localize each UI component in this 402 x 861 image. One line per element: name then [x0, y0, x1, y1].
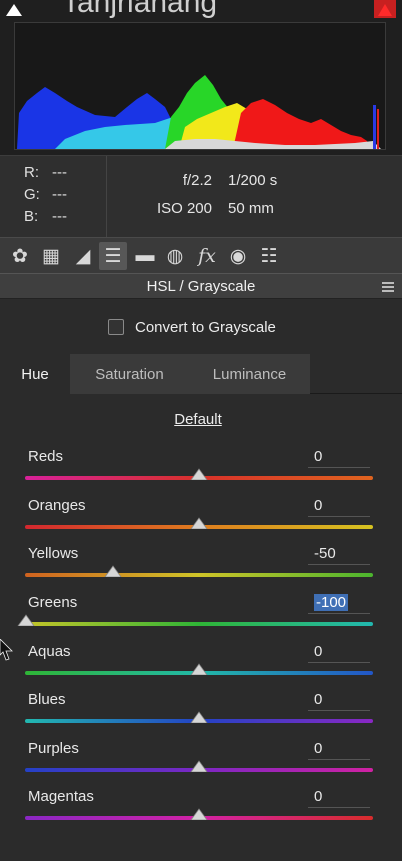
rgb-label: G:: [24, 186, 40, 203]
panel-menu-icon[interactable]: [382, 282, 394, 292]
slider-purples: Purples 0: [0, 740, 402, 788]
slider-thumb[interactable]: [190, 808, 208, 820]
tab-luminance[interactable]: Luminance: [189, 354, 310, 394]
slider-value-text: 0: [314, 643, 323, 660]
panel-title: HSL / Grayscale: [146, 278, 256, 295]
slider-value-text: 0: [314, 740, 323, 757]
rgb-value: ---: [52, 186, 67, 203]
slider-value-input[interactable]: 0: [308, 788, 370, 808]
slider-thumb[interactable]: [104, 565, 122, 577]
slider-thumb[interactable]: [190, 517, 208, 529]
camera-icon[interactable]: ◉: [224, 242, 252, 270]
slider-thumb[interactable]: [17, 614, 35, 626]
slider-yellows: Yellows -50: [0, 545, 402, 593]
tone-curve-icon[interactable]: ◢: [69, 242, 97, 270]
slider-label: Purples: [28, 740, 79, 757]
info-panel: R: --- G: --- B: --- f/2.2 1/200 s ISO 2…: [0, 155, 402, 238]
histogram-overlay-text: Tanjrianang: [62, 0, 218, 19]
slider-thumb[interactable]: [190, 711, 208, 723]
iso-value: ISO 200: [156, 200, 212, 217]
slider-value-input[interactable]: 0: [308, 497, 370, 517]
focal-length-value: 50 mm: [228, 200, 274, 217]
convert-grayscale-row[interactable]: Convert to Grayscale: [108, 317, 276, 337]
slider-label: Yellows: [28, 545, 79, 562]
slider-value-input[interactable]: -50: [308, 545, 370, 565]
histogram: [14, 22, 386, 150]
presets-icon[interactable]: ☷: [255, 242, 283, 270]
lens-icon[interactable]: ◍: [161, 242, 189, 270]
slider-value-text: -100: [314, 594, 349, 611]
slider-value-text: 0: [314, 448, 323, 465]
rgb-readout: R: --- G: --- B: ---: [24, 164, 104, 230]
slider-label: Aquas: [28, 643, 71, 660]
rgb-label: B:: [24, 208, 39, 225]
slider-oranges: Oranges 0: [0, 497, 402, 545]
highlight-clipping-icon[interactable]: [374, 0, 396, 18]
slider-track[interactable]: [25, 622, 373, 626]
convert-grayscale-label[interactable]: Convert to Grayscale: [135, 319, 276, 336]
rgb-value: ---: [52, 208, 67, 225]
slider-label: Oranges: [28, 497, 86, 514]
slider-aquas: Aquas 0: [0, 643, 402, 691]
aperture-value: f/2.2: [182, 172, 212, 189]
rgb-value: ---: [52, 164, 67, 181]
tab-hue[interactable]: Hue: [0, 354, 70, 394]
fx-icon[interactable]: fx: [193, 242, 221, 270]
hsl-icon[interactable]: ☰: [99, 242, 127, 270]
slider-value-text: 0: [314, 788, 323, 805]
grid-icon[interactable]: ▦: [37, 242, 65, 270]
rgb-row-r: R: ---: [24, 164, 104, 186]
info-divider: [106, 156, 107, 238]
slider-reds: Reds 0: [0, 448, 402, 496]
slider-value-input[interactable]: 0: [308, 691, 370, 711]
slider-label: Reds: [28, 448, 64, 465]
panel-toolbar: ✿ ▦ ◢ ☰ ▬ ◍ fx ◉ ☷: [0, 237, 402, 273]
panel-header: HSL / Grayscale: [0, 273, 402, 299]
mouse-cursor-icon: [0, 639, 13, 661]
convert-grayscale-checkbox[interactable]: [108, 319, 124, 335]
histogram-highlight-spike: [373, 105, 376, 149]
slider-value-text: -50: [314, 545, 336, 562]
tab-saturation[interactable]: Saturation: [70, 354, 189, 394]
slider-value-text: 0: [314, 691, 323, 708]
slider-label: Greens: [28, 594, 78, 611]
aperture-icon[interactable]: ✿: [6, 242, 34, 270]
slider-value-input[interactable]: 0: [308, 643, 370, 663]
slider-thumb[interactable]: [190, 468, 208, 480]
shutter-value: 1/200 s: [228, 172, 278, 189]
slider-thumb[interactable]: [190, 760, 208, 772]
slider-track[interactable]: [25, 573, 373, 577]
histogram-red-channel: [233, 99, 371, 149]
slider-blues: Blues 0: [0, 691, 402, 739]
slider-value-input[interactable]: 0: [308, 448, 370, 468]
hsl-tabs: Hue Saturation Luminance: [0, 354, 402, 394]
histogram-panel: Tanjrianang: [0, 0, 402, 155]
split-toning-icon[interactable]: ▬: [131, 242, 159, 270]
slider-value-input[interactable]: 0: [308, 740, 370, 760]
slider-label: Magentas: [28, 788, 94, 805]
rgb-row-b: B: ---: [24, 208, 104, 230]
shadow-clipping-icon[interactable]: [4, 0, 24, 16]
rgb-row-g: G: ---: [24, 186, 104, 208]
slider-label: Blues: [28, 691, 66, 708]
slider-thumb[interactable]: [190, 663, 208, 675]
slider-greens: Greens -100: [0, 594, 402, 642]
slider-value-input[interactable]: -100: [308, 594, 370, 614]
camera-info: f/2.2 1/200 s ISO 200 50 mm: [140, 172, 390, 228]
rgb-label: R:: [24, 164, 39, 181]
default-button[interactable]: Default: [0, 411, 396, 428]
slider-value-text: 0: [314, 497, 323, 514]
slider-magentas: Magentas 0: [0, 788, 402, 836]
